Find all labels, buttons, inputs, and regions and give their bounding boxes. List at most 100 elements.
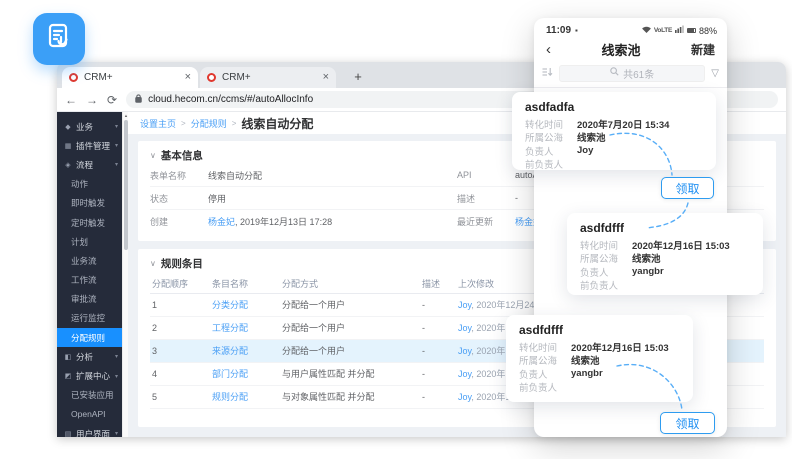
lead-field-label: 转化时间 <box>580 238 632 252</box>
rule-link[interactable]: 规则分配 <box>212 392 248 402</box>
sidebar-item-analysis[interactable]: ◧ 分析 ▾ <box>57 347 122 366</box>
claim-button[interactable]: 领取 <box>661 177 714 199</box>
rule-link[interactable]: 分类分配 <box>212 300 248 310</box>
lead-name: asdfdfff <box>519 323 680 337</box>
phone-status-bar: 11:09 ▪ VoLTE 88% <box>534 18 727 37</box>
sidebar-item-label: OpenAPI <box>71 409 106 419</box>
back-icon[interactable]: ← <box>65 94 77 106</box>
sidebar-item-business-flow[interactable]: 业务流 <box>57 251 122 270</box>
sidebar-item-label: 运行监控 <box>71 312 105 324</box>
phone-nav-bar: ‹ 线索池 新建 <box>534 37 727 61</box>
sort-icon[interactable] <box>542 64 553 82</box>
cell-order: 2 <box>150 316 210 339</box>
sidebar-item-openapi[interactable]: OpenAPI <box>57 405 122 424</box>
sidebar-item-allocation-rules[interactable]: 分配规则 <box>57 328 122 347</box>
section-title: 基本信息 <box>161 148 203 163</box>
rule-link[interactable]: 来源分配 <box>212 346 248 356</box>
sidebar-item-instant-trigger[interactable]: 即时触发 <box>57 194 122 213</box>
search-input[interactable]: 共61条 <box>559 65 705 82</box>
chevron-down-icon: ▾ <box>115 142 118 149</box>
creator-link[interactable]: 杨金妃 <box>208 217 235 227</box>
col-method: 分配方式 <box>280 274 420 293</box>
sidebar-item-label: 即时触发 <box>71 197 105 209</box>
lead-field-label: 负责人 <box>580 265 632 279</box>
sidebar-item-label: 审批流 <box>71 293 97 305</box>
crm-favicon-icon <box>207 73 216 82</box>
breadcrumb-section-link[interactable]: 分配规则 <box>191 117 227 130</box>
cell-method: 与用户属性匹配 并分配 <box>280 362 420 385</box>
field-form-name: 表单名称 线索自动分配 <box>150 164 457 187</box>
refresh-icon[interactable]: ⟳ <box>107 94 117 106</box>
sidebar-item-workflow[interactable]: 工作流 <box>57 271 122 290</box>
sidebar-nav: ◆ 业务 ▾ ▦ 插件管理 ▾ ◈ 流程 ▾ 动作 即时触发 定时触发 计划 业… <box>57 112 122 437</box>
browser-tab-active[interactable]: CRM+ × <box>62 67 198 88</box>
sidebar-item-extension-center[interactable]: ◩ 扩展中心 ▾ <box>57 366 122 385</box>
divider <box>534 87 727 88</box>
rule-link[interactable]: 部门分配 <box>212 369 248 379</box>
lead-field-value: yangbr <box>632 266 664 277</box>
document-tap-icon <box>42 20 76 59</box>
collapse-caret-icon[interactable]: ∨ <box>150 151 156 160</box>
battery-percent: 88% <box>699 26 717 36</box>
lead-card[interactable]: asdfdfff 转化时间2020年12月16日 15:03 所属公海线索池 负… <box>567 213 763 295</box>
search-count-text: 共61条 <box>623 66 654 81</box>
url-text: cloud.hecom.cn/ccms/#/autoAllocInfo <box>148 94 313 105</box>
sidebar-item-business[interactable]: ◆ 业务 ▾ <box>57 117 122 136</box>
modifier-link[interactable]: Joy <box>458 392 471 402</box>
lead-field-value: 线索池 <box>571 353 600 367</box>
sidebar-item-process[interactable]: ◈ 流程 ▾ <box>57 155 122 174</box>
sidebar-item-user-interface[interactable]: ▤ 用户界面 ▾ <box>57 424 122 437</box>
close-tab-icon[interactable]: × <box>185 72 191 83</box>
rule-link[interactable]: 工程分配 <box>212 323 248 333</box>
modifier-link[interactable]: Joy <box>458 346 471 356</box>
sidebar-item-plugins[interactable]: ▦ 插件管理 ▾ <box>57 136 122 155</box>
close-tab-icon[interactable]: × <box>323 72 329 83</box>
forward-icon[interactable]: → <box>86 94 98 106</box>
lead-field-value: 线索池 <box>577 130 606 144</box>
sidebar-item-timed-trigger[interactable]: 定时触发 <box>57 213 122 232</box>
lead-field-label: 转化时间 <box>525 117 577 131</box>
chevron-down-icon: ▾ <box>115 353 118 360</box>
sidebar-item-plan[interactable]: 计划 <box>57 232 122 251</box>
field-value: 线索自动分配 <box>208 169 262 182</box>
lead-card[interactable]: asdfdfff 转化时间2020年12月16日 15:03 所属公海线索池 负… <box>506 315 693 402</box>
sidebar-item-label: 已安装应用 <box>71 389 114 401</box>
create-new-button[interactable]: 新建 <box>691 41 715 58</box>
lead-name: asdfadfa <box>525 100 703 114</box>
modifier-link[interactable]: Joy <box>458 300 471 310</box>
sidebar-item-run-monitor[interactable]: 运行监控 <box>57 309 122 328</box>
sidebar-item-label: 分析 <box>76 351 93 363</box>
lead-card[interactable]: asdfadfa 转化时间2020年7月20日 15:34 所属公海线索池 负责… <box>512 92 716 170</box>
analysis-icon: ◧ <box>64 353 72 361</box>
plugin-icon: ▦ <box>64 142 72 150</box>
sidebar-item-label: 计划 <box>71 236 88 248</box>
browser-tab-inactive[interactable]: CRM+ × <box>200 67 336 88</box>
cell-desc: - <box>420 362 456 385</box>
flow-icon: ◈ <box>64 161 72 169</box>
sidebar-item-approval-flow[interactable]: 审批流 <box>57 290 122 309</box>
sidebar-item-label: 用户界面 <box>76 428 110 437</box>
breadcrumb-sep-icon: > <box>181 119 186 128</box>
battery-icon <box>687 28 696 34</box>
lead-field-value: yangbr <box>571 368 603 379</box>
breadcrumb-home-link[interactable]: 设置主页 <box>140 117 176 130</box>
claim-button[interactable]: 领取 <box>660 412 715 434</box>
filter-icon[interactable]: ▽ <box>711 68 719 79</box>
page-title: 线索自动分配 <box>241 115 313 132</box>
sidebar-item-label: 定时触发 <box>71 217 105 229</box>
lead-field-label: 前负责人 <box>525 157 577 171</box>
breadcrumb-sep-icon: > <box>232 119 237 128</box>
business-icon: ◆ <box>64 123 72 131</box>
status-time: 11:09 <box>546 25 571 36</box>
field-status: 状态 停用 <box>150 187 457 210</box>
cell-order: 4 <box>150 362 210 385</box>
modifier-link[interactable]: Joy <box>458 323 471 333</box>
modifier-link[interactable]: Joy <box>458 369 471 379</box>
sidebar-item-label: 插件管理 <box>76 140 110 152</box>
cell-method: 分配给一个用户 <box>280 316 420 339</box>
sidebar-item-installed-apps[interactable]: 已安装应用 <box>57 386 122 405</box>
field-label: 创建 <box>150 215 208 228</box>
sidebar-item-actions[interactable]: 动作 <box>57 175 122 194</box>
new-tab-button[interactable]: + <box>349 68 367 86</box>
collapse-caret-icon[interactable]: ∨ <box>150 259 156 268</box>
